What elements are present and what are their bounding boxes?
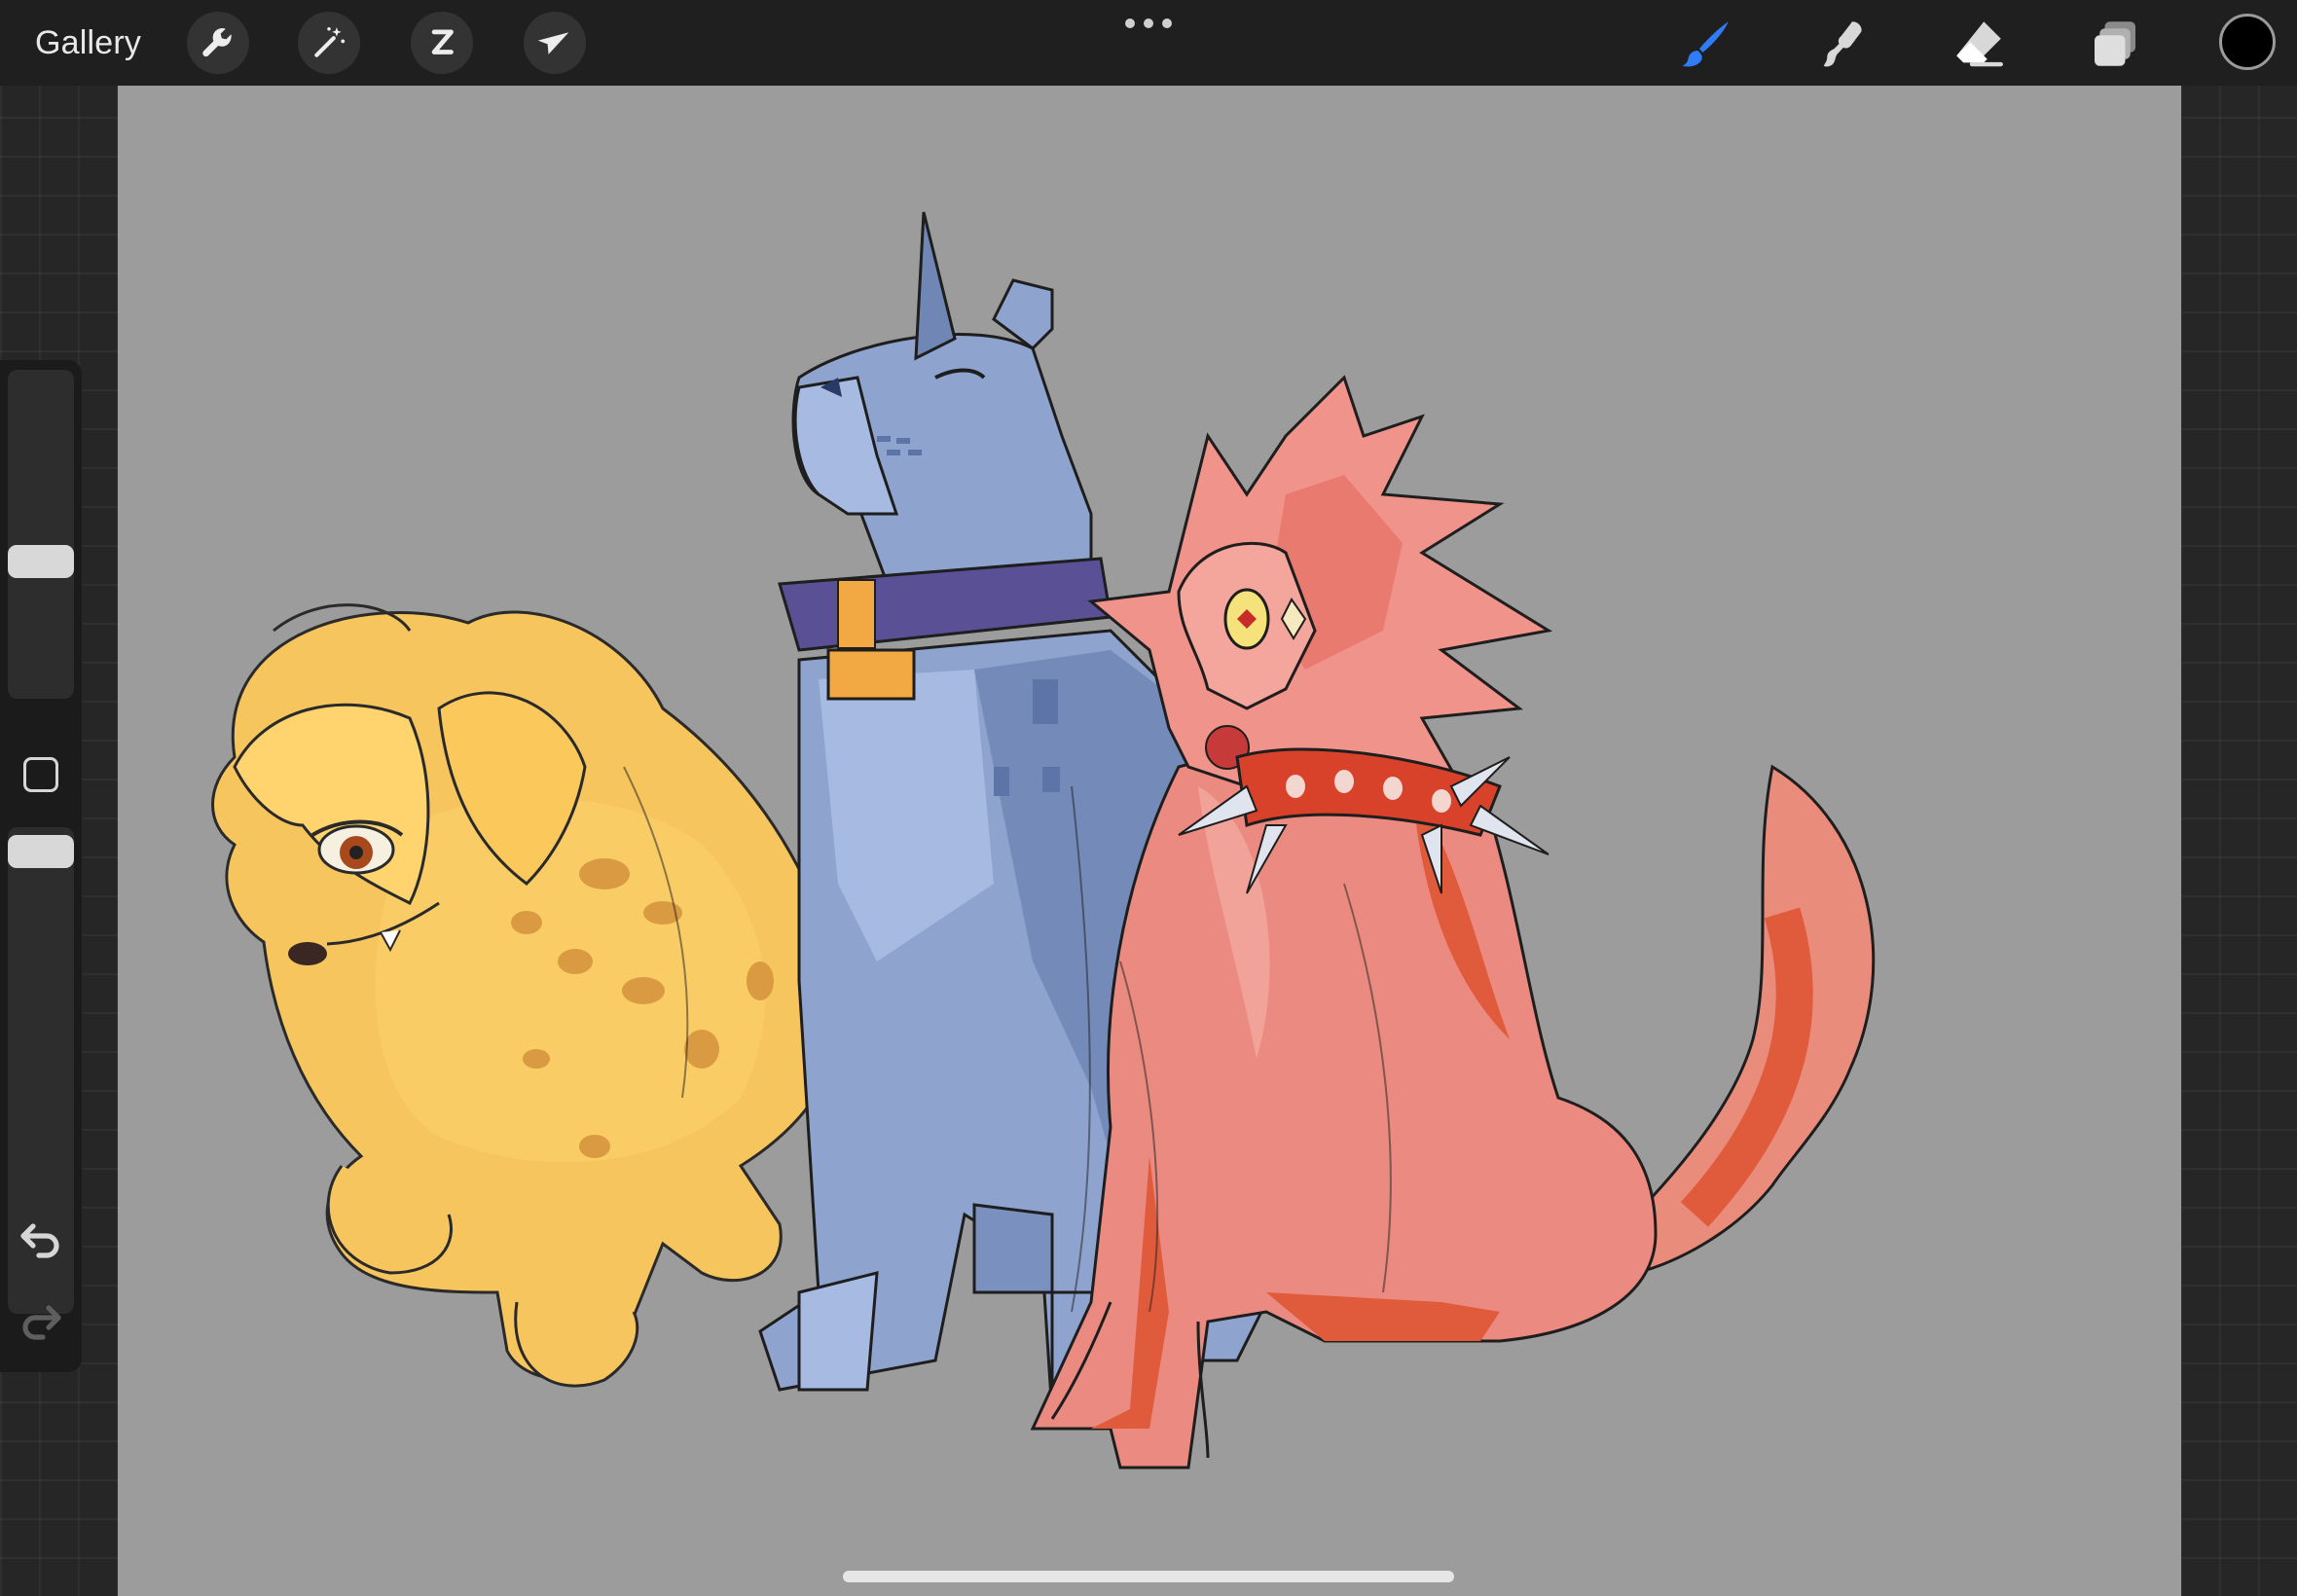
eraser-icon	[1956, 21, 2003, 67]
brush-size-thumb[interactable]	[8, 545, 74, 578]
smudge-icon	[1823, 21, 1862, 67]
magic-wand-icon	[314, 27, 346, 57]
home-indicator[interactable]	[843, 1571, 1454, 1582]
opacity-thumb[interactable]	[8, 835, 74, 868]
transform-arrow-icon	[537, 32, 569, 54]
undo-icon[interactable]	[18, 1215, 64, 1261]
brush-icon	[1682, 21, 1729, 67]
selection-icon	[431, 29, 454, 54]
drawing-canvas[interactable]	[118, 86, 2181, 1596]
layers-button[interactable]	[2085, 14, 2145, 74]
gallery-button[interactable]: Gallery	[35, 21, 141, 64]
brush-size-slider[interactable]	[8, 370, 74, 699]
brush-tool-button[interactable]	[1676, 14, 1736, 74]
eraser-tool-button[interactable]	[1949, 14, 2009, 74]
selection-button[interactable]	[411, 12, 473, 74]
redo-icon[interactable]	[18, 1296, 64, 1343]
adjustments-button[interactable]	[298, 12, 360, 74]
artwork	[211, 211, 1876, 1469]
actions-button[interactable]	[187, 12, 249, 74]
color-picker-swatch[interactable]	[2219, 14, 2276, 70]
yellow-spotted-dog	[211, 603, 845, 1388]
more-options-icon[interactable]	[1125, 18, 1172, 29]
red-spiky-dog	[1030, 375, 1876, 1469]
modify-square-icon[interactable]	[23, 757, 58, 792]
top-toolbar: Gallery	[0, 0, 2297, 86]
layers-icon	[2095, 21, 2135, 66]
transform-button[interactable]	[524, 12, 586, 74]
wrench-icon	[202, 28, 232, 57]
smudge-tool-button[interactable]	[1812, 14, 1873, 74]
